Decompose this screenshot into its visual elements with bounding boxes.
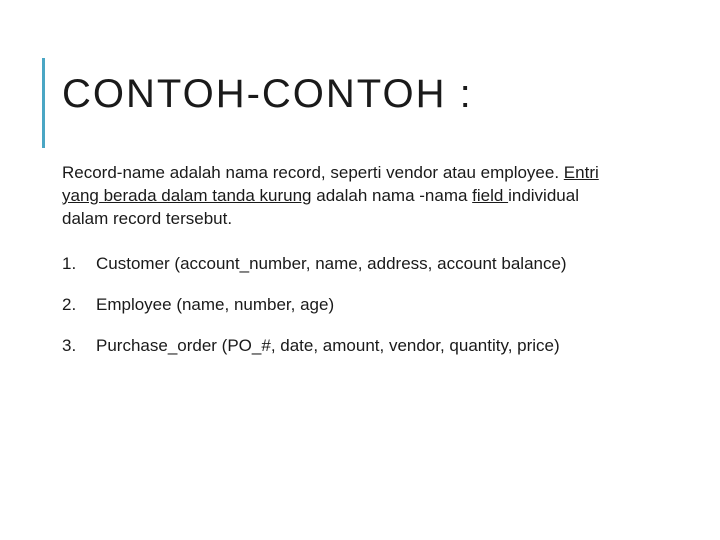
para-text-1: Record-name adalah nama record, seperti … (62, 163, 564, 182)
list-item: 3. Purchase_order (PO_#, date, amount, v… (62, 335, 652, 358)
slide-title: CONTOH-CONTOH : (62, 70, 660, 118)
list-number: 3. (62, 335, 96, 358)
example-list: 1. Customer (account_number, name, addre… (62, 253, 652, 358)
para-text-2: adalah nama -nama (312, 186, 473, 205)
list-text: Customer (account_number, name, address,… (96, 253, 652, 276)
intro-paragraph: Record-name adalah nama record, seperti … (62, 162, 622, 231)
list-number: 1. (62, 253, 96, 276)
slide-content: CONTOH-CONTOH : Record-name adalah nama … (0, 0, 720, 358)
para-underline-2: field (472, 186, 508, 205)
list-text: Purchase_order (PO_#, date, amount, vend… (96, 335, 652, 358)
list-number: 2. (62, 294, 96, 317)
list-text: Employee (name, number, age) (96, 294, 652, 317)
list-item: 2. Employee (name, number, age) (62, 294, 652, 317)
accent-bar (42, 58, 45, 148)
list-item: 1. Customer (account_number, name, addre… (62, 253, 652, 276)
